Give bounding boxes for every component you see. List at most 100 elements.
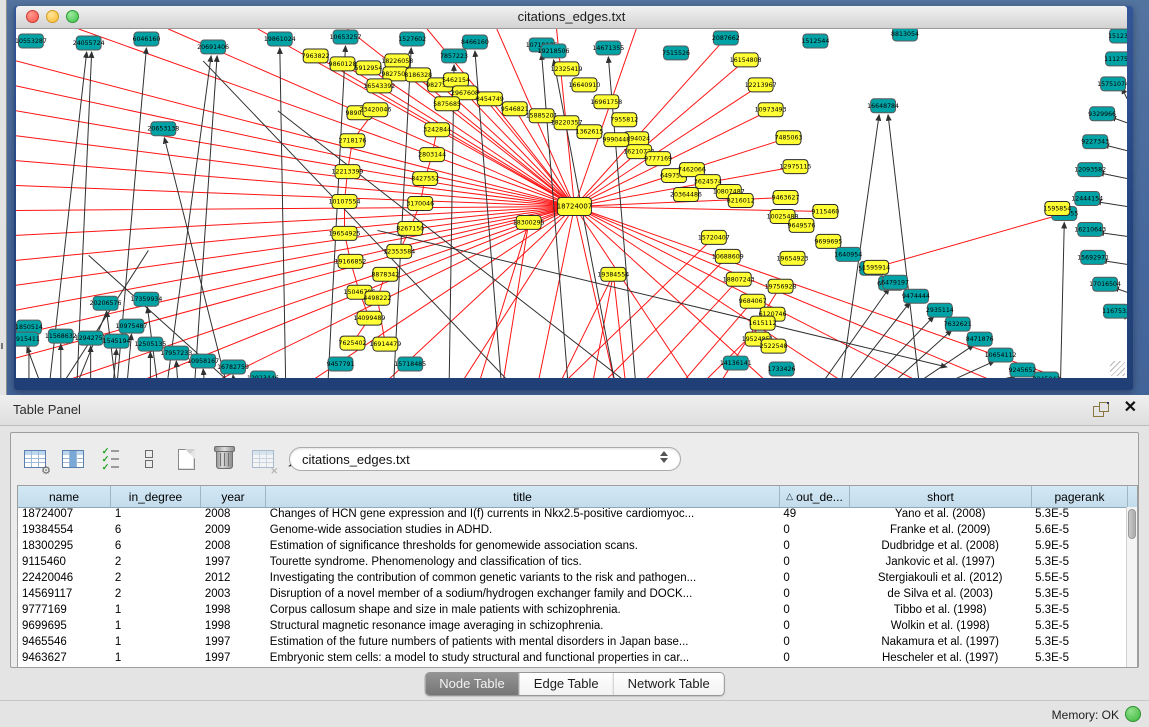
network-node[interactable]: 8813054: [891, 29, 919, 41]
tab-edge-table[interactable]: Edge Table: [520, 673, 614, 695]
network-node[interactable]: 7857223: [440, 49, 468, 63]
network-node[interactable]: 19384554: [597, 267, 629, 281]
cell-short[interactable]: Tibbo et al. (1998): [849, 603, 1031, 619]
network-node[interactable]: 23420046: [359, 103, 391, 117]
network-node[interactable]: 12353584: [383, 244, 415, 258]
cell-short[interactable]: Wolkin et al. (1998): [849, 619, 1031, 635]
network-node[interactable]: 1595854: [1043, 202, 1071, 216]
cell-year[interactable]: 1998: [201, 619, 266, 635]
cell-out_degree[interactable]: 0: [779, 523, 849, 539]
network-node[interactable]: 9860128: [329, 57, 357, 71]
network-node[interactable]: 12444154: [1071, 192, 1103, 206]
network-node[interactable]: 16154808: [730, 53, 762, 67]
network-edge[interactable]: [449, 65, 454, 378]
network-node[interactable]: 8454749: [476, 92, 504, 106]
cell-pagerank[interactable]: 5.6E-5: [1031, 523, 1127, 539]
network-edge[interactable]: [885, 330, 952, 378]
table-row[interactable]: 911546021997Tourette syndrome. Phenomeno…: [18, 555, 1127, 571]
cell-out_degree[interactable]: 0: [779, 635, 849, 651]
network-node[interactable]: 1362615: [575, 125, 603, 139]
cell-name[interactable]: 19384554: [18, 523, 111, 539]
table-row[interactable]: 946362711997Embryonic stem cells: a mode…: [18, 651, 1127, 667]
table-row[interactable]: 977716911998Corpus callosum shape and si…: [18, 603, 1127, 619]
network-node[interactable]: 19166852: [335, 254, 367, 268]
cell-in_degree[interactable]: 2: [111, 571, 201, 587]
cell-short[interactable]: Stergiakouli et al. (2012): [849, 571, 1031, 587]
column-header-name[interactable]: name: [18, 486, 111, 507]
cell-pagerank[interactable]: 5.3E-5: [1031, 651, 1127, 667]
table-columns-icon[interactable]: [59, 446, 86, 473]
network-node[interactable]: 20206576: [90, 296, 122, 310]
network-node[interactable]: 3242844: [423, 123, 451, 137]
network-node[interactable]: 12093582: [1074, 163, 1106, 177]
network-node[interactable]: 7955812: [610, 113, 638, 127]
cell-pagerank[interactable]: 5.3E-5: [1031, 603, 1127, 619]
cell-in_degree[interactable]: 1: [111, 507, 201, 523]
table-row[interactable]: 946554611997Estimation of the future num…: [18, 635, 1127, 651]
network-node[interactable]: 10653257: [330, 30, 362, 44]
cell-name[interactable]: 9699695: [18, 619, 111, 635]
network-node[interactable]: 10654112: [985, 348, 1017, 362]
network-edge[interactable]: [16, 111, 574, 207]
scrollbar-thumb[interactable]: [1128, 509, 1136, 539]
network-node[interactable]: 16648784: [867, 99, 899, 113]
table-row[interactable]: 2242004622012Investigating the contribut…: [18, 571, 1127, 587]
network-node[interactable]: 5912954: [354, 61, 382, 75]
network-node[interactable]: 12505135: [134, 337, 166, 351]
table-row[interactable]: 1872400712008Changes of HCN gene express…: [18, 507, 1127, 523]
table-settings-icon[interactable]: ⚙: [21, 446, 48, 473]
network-edge[interactable]: [164, 138, 228, 378]
network-edge[interactable]: [16, 206, 574, 235]
cell-short[interactable]: Dudbridge et al. (2008): [849, 539, 1031, 555]
cell-year[interactable]: 1997: [201, 651, 266, 667]
cell-year[interactable]: 1997: [201, 555, 266, 571]
network-node[interactable]: 4498222: [363, 291, 391, 305]
delete-columns-icon[interactable]: [211, 446, 238, 473]
network-node[interactable]: 11568632: [45, 329, 77, 343]
network-node[interactable]: 9777169: [644, 152, 672, 166]
network-node[interactable]: 20364486: [670, 188, 702, 202]
network-node[interactable]: 14671355: [592, 41, 624, 55]
cell-name[interactable]: 18300295: [18, 539, 111, 555]
network-node[interactable]: 1512345: [1108, 29, 1127, 43]
cell-name[interactable]: 9777169: [18, 603, 111, 619]
network-node[interactable]: 15692971: [1077, 250, 1109, 264]
network-node[interactable]: 1733426: [768, 362, 796, 376]
column-header-title[interactable]: title: [266, 486, 780, 507]
network-node[interactable]: 17016504: [1089, 277, 1121, 291]
cell-short[interactable]: Nakamura et al. (1997): [849, 635, 1031, 651]
network-node[interactable]: 18807243: [723, 272, 755, 286]
network-node[interactable]: 15720407: [698, 230, 730, 244]
cell-title[interactable]: Estimation of the future numbers of pati…: [266, 635, 780, 651]
network-node[interactable]: 18724007: [557, 198, 592, 216]
network-node[interactable]: 9990448: [602, 133, 630, 147]
network-node[interactable]: 12975115: [780, 160, 812, 174]
network-node[interactable]: 9546821: [501, 102, 529, 116]
network-node[interactable]: 14099489: [353, 311, 385, 325]
cell-year[interactable]: 2009: [201, 523, 266, 539]
float-window-icon[interactable]: [1093, 402, 1109, 418]
network-node[interactable]: 12923446: [247, 371, 279, 378]
network-edge[interactable]: [16, 206, 574, 210]
network-node[interactable]: 24055724: [73, 36, 105, 50]
select-rows-icon[interactable]: ✓✓✓: [97, 446, 124, 473]
network-node[interactable]: 14136141: [720, 356, 752, 370]
network-node[interactable]: 20691406: [197, 40, 229, 54]
cell-title[interactable]: Estimation of significance thresholds fo…: [266, 539, 780, 555]
cell-in_degree[interactable]: 1: [111, 635, 201, 651]
cell-year[interactable]: 1997: [201, 635, 266, 651]
network-node[interactable]: 1595914: [862, 260, 890, 274]
cell-out_degree[interactable]: 0: [779, 619, 849, 635]
network-node[interactable]: 10973493: [755, 103, 787, 117]
network-node[interactable]: 9457791: [327, 357, 355, 371]
network-graph[interactable]: 1055328724055724604616020691406198610241…: [16, 29, 1127, 378]
cell-in_degree[interactable]: 1: [111, 619, 201, 635]
cell-name[interactable]: 9463627: [18, 651, 111, 667]
network-node[interactable]: 5462154: [442, 73, 470, 87]
network-node[interactable]: 6479197: [881, 275, 909, 289]
cell-out_degree[interactable]: 0: [779, 539, 849, 555]
network-node[interactable]: 8878342: [371, 267, 399, 281]
network-edge[interactable]: [1060, 222, 1064, 378]
network-node[interactable]: 15751074: [1097, 77, 1127, 91]
network-node[interactable]: 16543392: [363, 79, 395, 93]
